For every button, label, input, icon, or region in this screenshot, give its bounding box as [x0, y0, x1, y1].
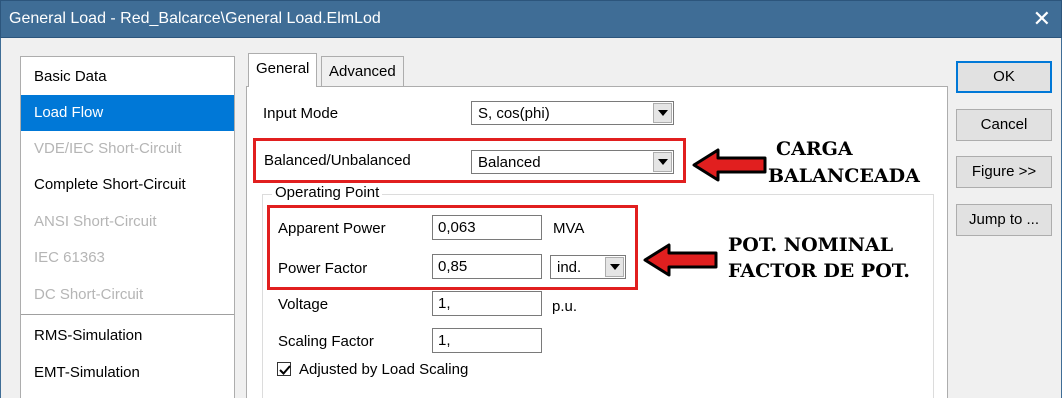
voltage-field[interactable]: 1,	[432, 291, 542, 316]
jump-to-button[interactable]: Jump to ...	[956, 204, 1052, 236]
arrow-left-icon	[643, 243, 718, 277]
title-bar: General Load - Red_Balcarce\General Load…	[0, 0, 1062, 38]
annotation-factor-de-pot: FACTOR DE POT.	[728, 260, 911, 282]
window-title: General Load - Red_Balcarce\General Load…	[9, 10, 381, 27]
input-mode-label: Input Mode	[263, 105, 339, 122]
page-list: Basic Data Load Flow VDE/IEC Short-Circu…	[20, 56, 235, 398]
operating-point-title: Operating Point	[272, 184, 383, 201]
close-icon[interactable]: ✕	[1033, 6, 1051, 32]
voltage-unit: p.u.	[552, 298, 578, 315]
sidebar-item-complete-short-circuit[interactable]: Complete Short-Circuit	[21, 167, 234, 203]
ok-button[interactable]: OK	[956, 61, 1052, 93]
sidebar-item-dc-short-circuit: DC Short-Circuit	[34, 286, 144, 303]
sidebar-item-ansi-short-circuit: ANSI Short-Circuit	[34, 213, 157, 230]
scaling-factor-value: 1,	[438, 332, 451, 349]
annotation-carga: CARGA	[776, 138, 853, 160]
check-icon	[279, 365, 291, 375]
input-mode-value: S, cos(phi)	[478, 105, 550, 122]
balanced-highlight-box	[253, 138, 686, 183]
chevron-down-icon[interactable]	[653, 103, 672, 123]
adjusted-by-load-scaling-checkbox[interactable]	[277, 362, 291, 376]
annotation-balanceada: BALANCEADA	[768, 165, 920, 187]
sidebar-divider	[21, 314, 234, 315]
adjusted-by-load-scaling-label: Adjusted by Load Scaling	[299, 361, 469, 378]
cancel-button[interactable]: Cancel	[956, 109, 1052, 141]
sidebar-item-basic-data[interactable]: Basic Data	[21, 59, 234, 95]
annotation-pot-nominal: POT. NOMINAL	[728, 234, 894, 256]
tab-advanced[interactable]: Advanced	[321, 56, 404, 86]
sidebar-item-rms-simulation[interactable]: RMS-Simulation	[21, 318, 234, 354]
voltage-label: Voltage	[278, 296, 329, 313]
sidebar-item-iec-61363: IEC 61363	[34, 249, 105, 266]
power-highlight-box	[267, 205, 638, 290]
input-mode-select[interactable]: S, cos(phi)	[471, 101, 674, 125]
sidebar-item-load-flow[interactable]: Load Flow	[21, 95, 234, 131]
voltage-value: 1,	[438, 295, 451, 312]
arrow-left-icon	[692, 148, 767, 182]
scaling-factor-label: Scaling Factor	[278, 333, 374, 350]
figure-button[interactable]: Figure >>	[956, 156, 1052, 188]
tab-general[interactable]: General	[248, 53, 318, 87]
sidebar-item-emt-simulation[interactable]: EMT-Simulation	[21, 355, 234, 391]
scaling-factor-field[interactable]: 1,	[432, 328, 542, 353]
sidebar-item-vde-iec-short-circuit: VDE/IEC Short-Circuit	[34, 140, 182, 157]
